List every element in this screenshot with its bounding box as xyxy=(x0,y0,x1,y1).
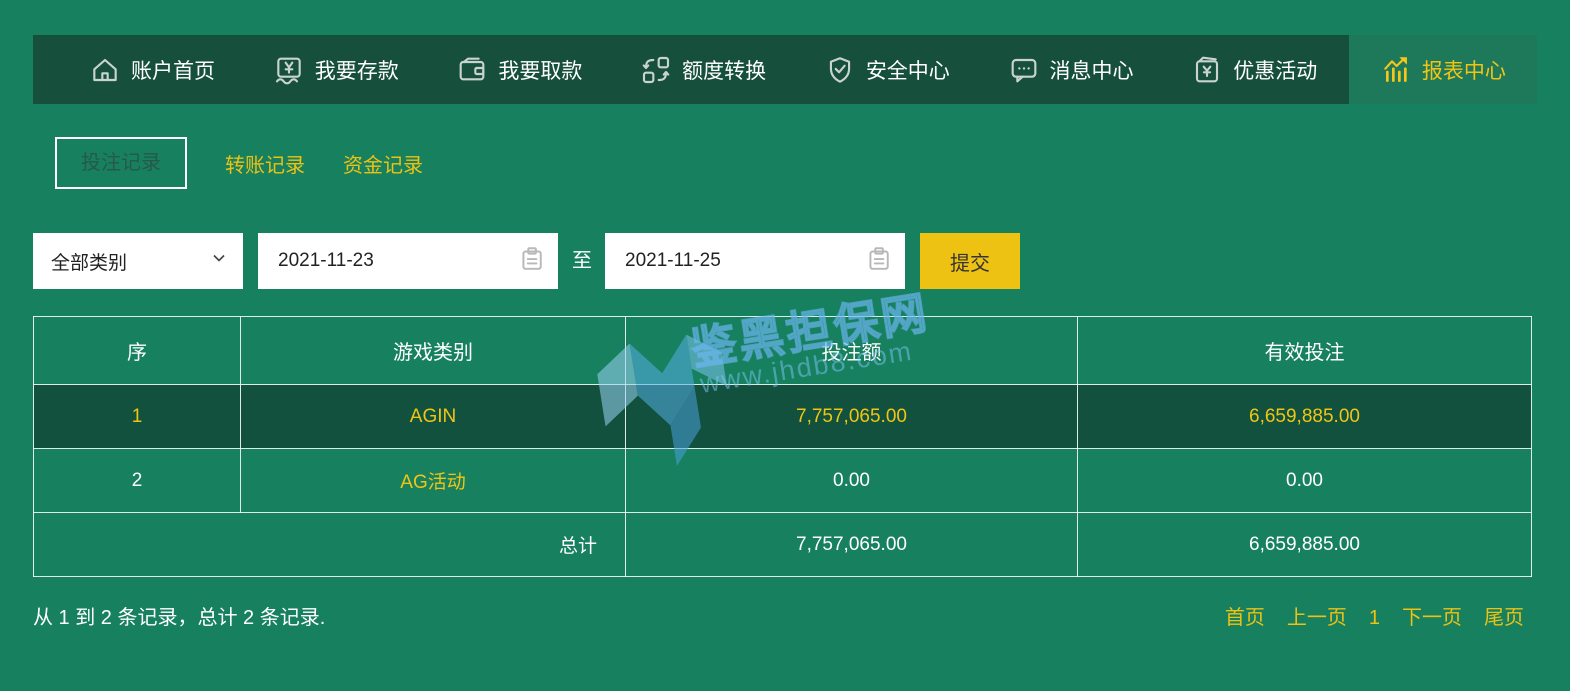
cell-bet: 7,757,065.00 xyxy=(625,384,1078,449)
column-header-valid-bet: 有效投注 xyxy=(1077,316,1532,385)
record-tabs: 投注记录 转账记录 资金记录 xyxy=(55,137,423,189)
message-bubble-icon xyxy=(1008,54,1040,86)
date-from-value: 2021-11-23 xyxy=(278,250,374,271)
cell-bet: 0.00 xyxy=(625,448,1078,513)
promo-envelope-icon xyxy=(1191,54,1223,86)
cell-game: AGIN xyxy=(240,384,626,449)
date-from-input[interactable]: 2021-11-23 xyxy=(258,233,558,289)
nav-item-label: 我要取款 xyxy=(498,59,583,83)
bet-report-table: 序 游戏类别 投注额 有效投注 1 AGIN 7,757,065.00 6,65… xyxy=(33,316,1532,577)
nav-item-label: 账户首页 xyxy=(131,59,215,83)
date-to-input[interactable]: 2021-11-25 xyxy=(605,233,905,289)
nav-item-label: 优惠活动 xyxy=(1233,59,1318,83)
nav-item-label: 报表中心 xyxy=(1421,59,1506,83)
calendar-icon xyxy=(518,245,544,277)
nav-item-label: 额度转换 xyxy=(682,59,767,83)
column-header-no: 序 xyxy=(33,316,241,385)
pagination-prev[interactable]: 上一页 xyxy=(1287,600,1347,636)
deposit-icon xyxy=(273,54,305,86)
pagination-last[interactable]: 尾页 xyxy=(1484,600,1524,636)
table-row: 1 AGIN 7,757,065.00 6,659,885.00 xyxy=(33,384,1532,449)
filter-bar: 全部类别 2021-11-23 至 2021-11-25 提交 xyxy=(0,233,1570,289)
records-summary: 从 1 到 2 条记录，总计 2 条记录. xyxy=(33,607,326,629)
top-navbar: 账户首页 我要存款 我要取款 额度转换 安全中心 消息中心 优惠活动 报表中心 xyxy=(33,35,1537,104)
nav-item-report-center[interactable]: 报表中心 xyxy=(1348,35,1537,104)
total-valid: 6,659,885.00 xyxy=(1077,512,1532,577)
table-total-row: 总计 7,757,065.00 6,659,885.00 xyxy=(33,512,1532,577)
column-header-bet-amount: 投注额 xyxy=(625,316,1078,385)
calendar-icon xyxy=(865,245,891,277)
submit-button[interactable]: 提交 xyxy=(920,233,1020,289)
security-shield-icon xyxy=(824,54,856,86)
cell-no: 1 xyxy=(33,384,241,449)
nav-item-account-home[interactable]: 账户首页 xyxy=(63,35,241,104)
nav-item-label: 安全中心 xyxy=(865,59,950,83)
nav-item-label: 我要存款 xyxy=(314,59,399,83)
nav-item-label: 消息中心 xyxy=(1049,59,1134,83)
date-to-value: 2021-11-25 xyxy=(625,250,721,271)
nav-item-withdraw[interactable]: 我要取款 xyxy=(430,35,608,104)
nav-item-message-center[interactable]: 消息中心 xyxy=(982,35,1160,104)
quota-swap-icon xyxy=(640,54,672,86)
cell-game: AG活动 xyxy=(240,448,626,513)
report-chart-icon xyxy=(1380,54,1412,86)
date-range-to-label: 至 xyxy=(572,250,592,272)
tab-fund-records[interactable]: 资金记录 xyxy=(343,149,423,178)
pagination: 首页 上一页 1 下一页 尾页 xyxy=(1225,600,1524,636)
total-label: 总计 xyxy=(33,512,626,577)
nav-item-security-center[interactable]: 安全中心 xyxy=(798,35,976,104)
column-header-game-category: 游戏类别 xyxy=(240,316,626,385)
home-icon xyxy=(89,54,121,86)
category-select[interactable]: 全部类别 xyxy=(33,233,243,289)
nav-item-promotions[interactable]: 优惠活动 xyxy=(1165,35,1343,104)
cell-valid: 6,659,885.00 xyxy=(1077,384,1532,449)
tab-bet-records[interactable]: 投注记录 xyxy=(55,137,187,189)
pagination-page-1[interactable]: 1 xyxy=(1369,600,1380,636)
pagination-next[interactable]: 下一页 xyxy=(1402,600,1462,636)
category-select-value: 全部类别 xyxy=(51,252,128,274)
nav-item-quota-transfer[interactable]: 额度转换 xyxy=(614,35,792,104)
withdraw-wallet-icon xyxy=(456,54,488,86)
table-row: 2 AG活动 0.00 0.00 xyxy=(33,448,1532,513)
chevron-down-icon xyxy=(209,248,229,274)
table-header-row: 序 游戏类别 投注额 有效投注 xyxy=(33,316,1532,385)
cell-valid: 0.00 xyxy=(1077,448,1532,513)
pagination-first[interactable]: 首页 xyxy=(1225,600,1265,636)
cell-no: 2 xyxy=(33,448,241,513)
tab-transfer-records[interactable]: 转账记录 xyxy=(225,149,305,178)
nav-item-deposit[interactable]: 我要存款 xyxy=(247,35,425,104)
total-bet: 7,757,065.00 xyxy=(625,512,1078,577)
